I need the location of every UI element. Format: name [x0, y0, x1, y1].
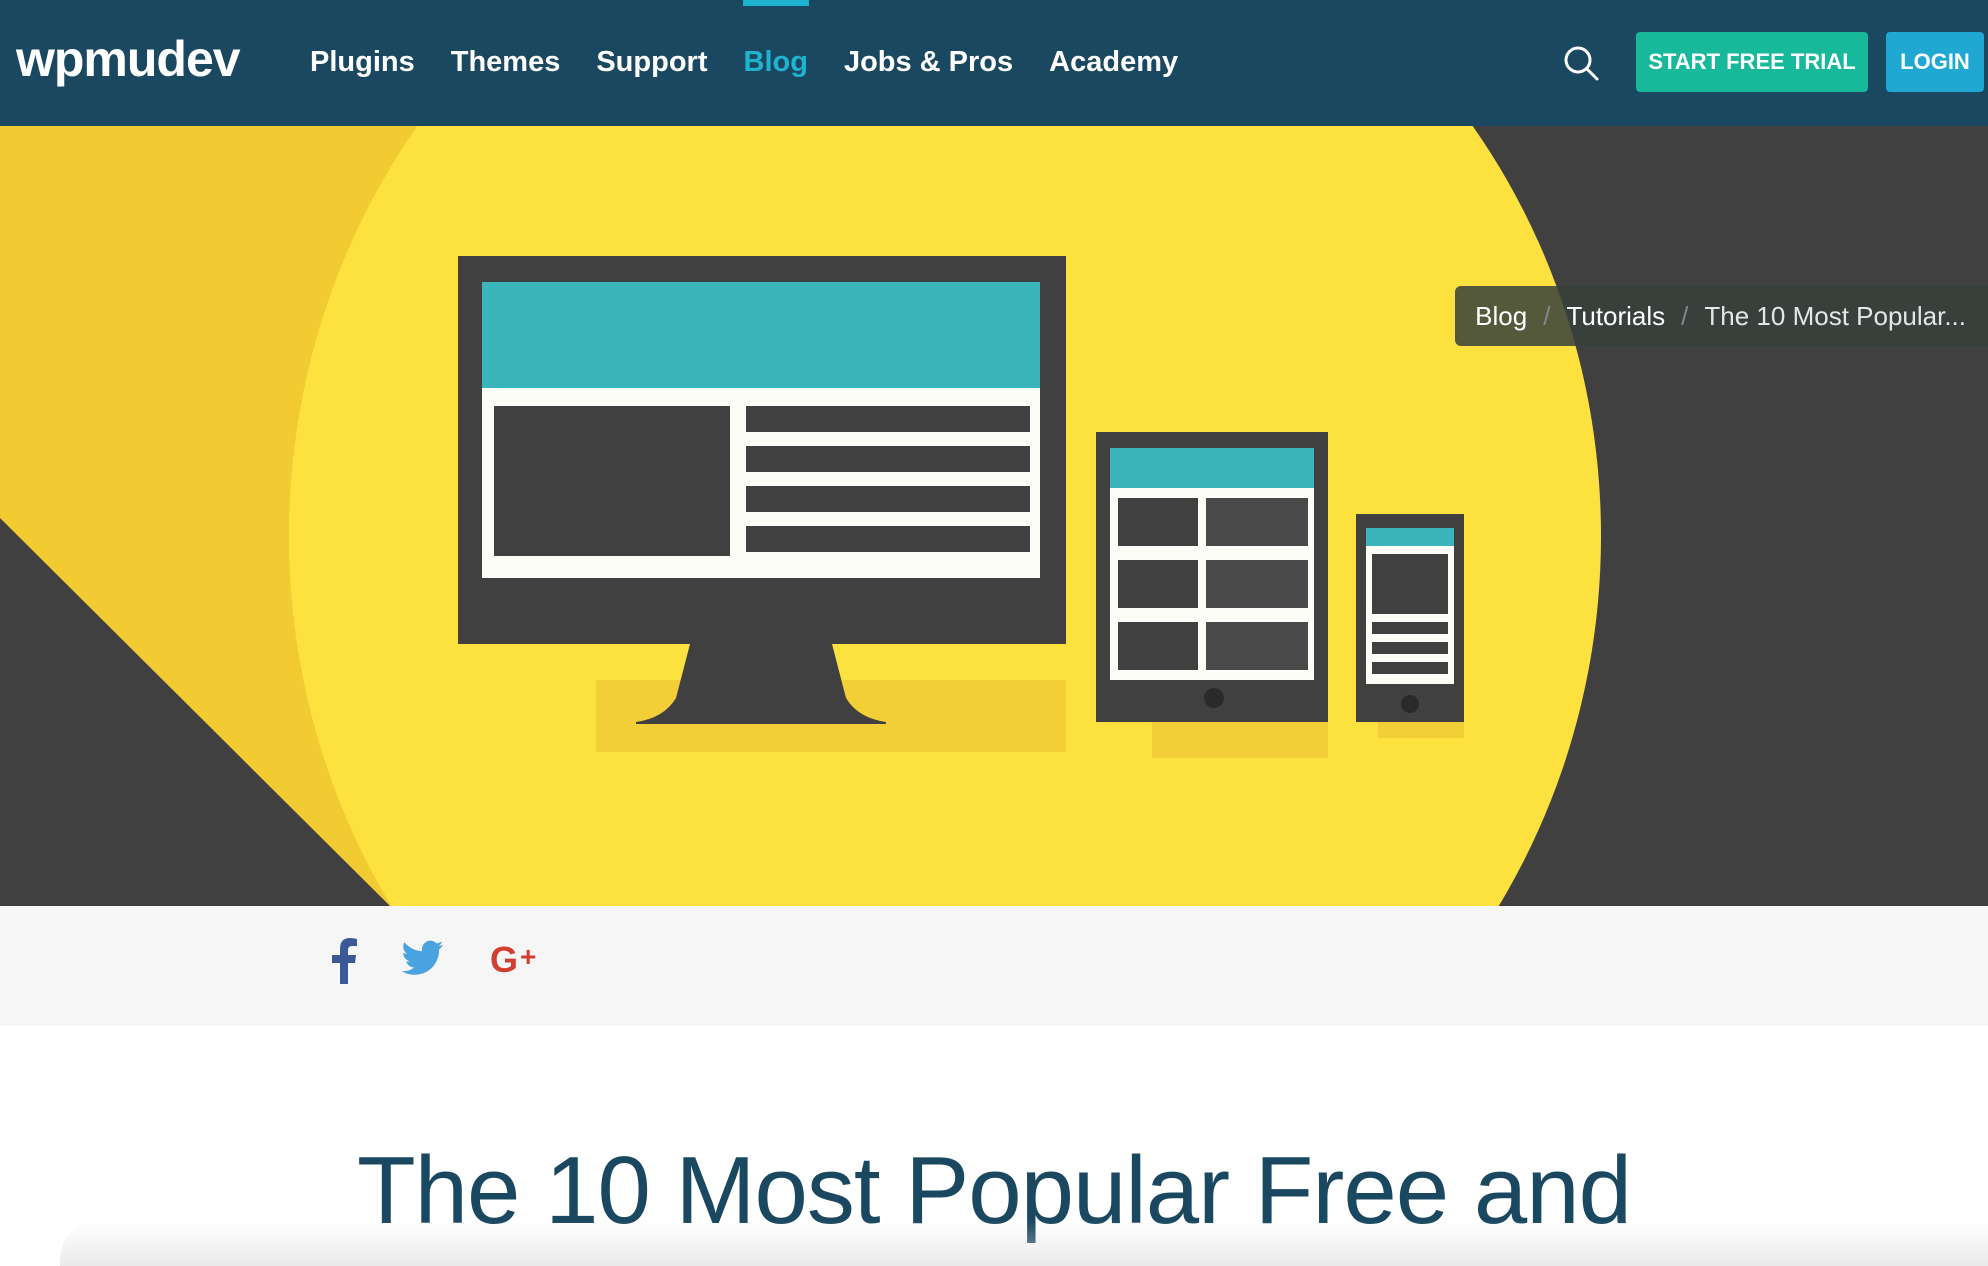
svg-text:G: G	[490, 942, 518, 978]
hero-illustration	[0, 126, 1988, 906]
facebook-icon[interactable]	[330, 936, 358, 989]
search-icon[interactable]	[1562, 44, 1600, 82]
nav-item-themes[interactable]: Themes	[433, 0, 579, 126]
breadcrumb-separator: /	[1543, 300, 1551, 331]
site-header: wpmudev Plugins Themes Support Blog Jobs…	[0, 0, 1988, 126]
tablet-illustration	[1096, 432, 1328, 758]
nav-item-blog[interactable]: Blog	[726, 0, 826, 126]
hero-banner: Blog / Tutorials / The 10 Most Popular..…	[0, 126, 1988, 906]
phone-illustration	[1356, 514, 1464, 738]
login-button[interactable]: LOGIN	[1886, 32, 1984, 92]
svg-text:+: +	[520, 942, 536, 972]
site-logo[interactable]: wpmudev	[16, 30, 241, 88]
breadcrumb-separator: /	[1681, 300, 1689, 331]
nav-item-academy[interactable]: Academy	[1031, 0, 1196, 126]
breadcrumb-link-tutorials[interactable]: Tutorials	[1566, 301, 1665, 332]
breadcrumb-current: The 10 Most Popular...	[1704, 300, 1966, 331]
breadcrumb-link-blog[interactable]: Blog	[1475, 301, 1527, 332]
nav-item-support[interactable]: Support	[578, 0, 725, 126]
start-free-trial-button[interactable]: START FREE TRIAL	[1636, 32, 1868, 92]
share-bar: G +	[0, 906, 1988, 1026]
bottom-shadow	[60, 1220, 1988, 1266]
nav-item-plugins[interactable]: Plugins	[292, 0, 433, 126]
google-plus-icon[interactable]: G +	[490, 939, 550, 983]
main-nav: Plugins Themes Support Blog Jobs & Pros …	[292, 0, 1196, 126]
twitter-icon[interactable]	[401, 940, 444, 981]
breadcrumb: Blog / Tutorials / The 10 Most Popular..…	[1455, 286, 1988, 346]
nav-item-jobs-pros[interactable]: Jobs & Pros	[826, 0, 1031, 126]
